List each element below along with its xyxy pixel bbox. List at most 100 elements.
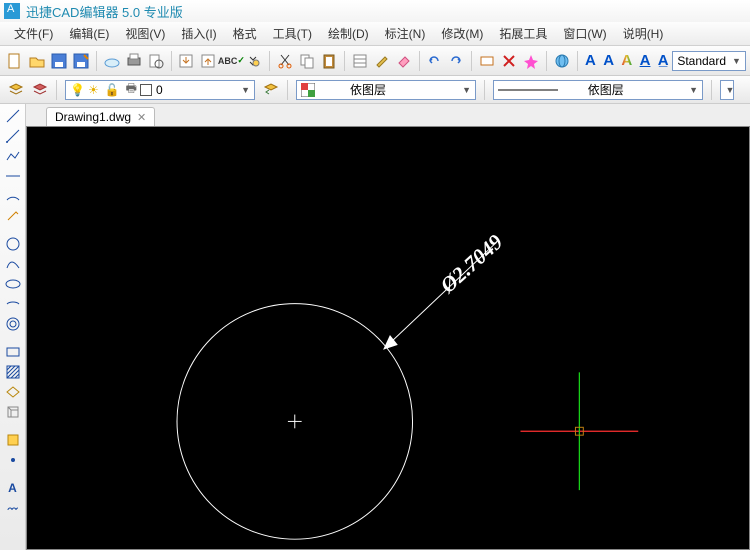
rectangle-tool[interactable] xyxy=(4,343,22,361)
text-style-combo[interactable]: Standard ▼ xyxy=(672,51,746,71)
new-button[interactable] xyxy=(6,51,24,71)
bylayer2-value: 依图层 xyxy=(588,81,624,98)
redo-button[interactable] xyxy=(447,51,465,71)
menu-format[interactable]: 格式 xyxy=(225,23,265,44)
separator xyxy=(171,51,172,71)
erase-button[interactable] xyxy=(395,51,413,71)
brush-button[interactable] xyxy=(373,51,391,71)
donut-tool[interactable] xyxy=(4,315,22,333)
text-style-value: Standard xyxy=(677,54,726,68)
menu-view[interactable]: 视图(V) xyxy=(117,23,173,44)
freehand-tool[interactable] xyxy=(4,207,22,225)
workspace: A Drawing1.dwg ✕ xyxy=(0,104,750,550)
export-button[interactable] xyxy=(177,51,195,71)
menu-window[interactable]: 窗口(W) xyxy=(555,23,614,44)
cut-button[interactable] xyxy=(276,51,294,71)
separator xyxy=(4,335,22,341)
circle-tool[interactable] xyxy=(4,235,22,253)
import-button[interactable] xyxy=(199,51,217,71)
separator xyxy=(287,80,288,100)
menu-draw[interactable]: 绘制(D) xyxy=(320,23,377,44)
menu-file[interactable]: 文件(F) xyxy=(6,23,61,44)
save-button[interactable] xyxy=(50,51,68,71)
menu-edit[interactable]: 编辑(E) xyxy=(61,23,117,44)
spline-tool[interactable] xyxy=(4,255,22,273)
undo-button[interactable] xyxy=(425,51,443,71)
layer-name-value: 0 xyxy=(156,83,163,97)
region-tool[interactable] xyxy=(4,383,22,401)
layer-manager2-button[interactable] xyxy=(30,80,50,100)
separator xyxy=(471,51,472,71)
linetype-bylayer-combo[interactable]: 依图层 ▼ xyxy=(493,80,703,100)
preview-button[interactable] xyxy=(147,51,165,71)
textstyle-a4-button[interactable]: A xyxy=(638,51,652,71)
highlight-button[interactable] xyxy=(522,51,540,71)
lock-open-icon: 🔓 xyxy=(105,83,120,97)
separator xyxy=(56,80,57,100)
layer-manager-button[interactable] xyxy=(6,80,26,100)
document-tab-label: Drawing1.dwg xyxy=(55,110,131,124)
line-sample-icon xyxy=(498,87,558,93)
properties-button[interactable] xyxy=(351,51,369,71)
menu-tools[interactable]: 工具(T) xyxy=(265,23,320,44)
chevron-down-icon: ▼ xyxy=(726,56,741,66)
color-bylayer-combo[interactable]: 依图层 ▼ xyxy=(296,80,476,100)
menu-help[interactable]: 说明(H) xyxy=(615,23,672,44)
separator xyxy=(4,227,22,233)
separator xyxy=(419,51,420,71)
face-tool[interactable] xyxy=(4,403,22,421)
point-tool[interactable] xyxy=(4,451,22,469)
textstyle-a1-button[interactable]: A xyxy=(583,51,597,71)
separator xyxy=(344,51,345,71)
menu-expand[interactable]: 拓展工具 xyxy=(491,23,555,44)
app-icon xyxy=(4,3,20,19)
revcloud-tool[interactable] xyxy=(4,499,22,517)
layer-combo[interactable]: 💡 ☀ 🔓 🖶 0 ▼ xyxy=(65,80,255,100)
open-button[interactable] xyxy=(28,51,46,71)
layer-prev-button[interactable] xyxy=(261,80,281,100)
block-tool[interactable] xyxy=(4,431,22,449)
paste-button[interactable] xyxy=(320,51,338,71)
hatch-tool[interactable] xyxy=(4,363,22,381)
separator xyxy=(4,423,22,429)
menu-bar: 文件(F) 编辑(E) 视图(V) 插入(I) 格式 工具(T) 绘制(D) 标… xyxy=(0,22,750,46)
spellcheck-button[interactable]: ABC✓ xyxy=(221,51,241,71)
textstyle-a5-button[interactable]: A̲ xyxy=(656,51,670,71)
separator xyxy=(577,51,578,71)
line-tool[interactable] xyxy=(4,107,22,125)
document-tab[interactable]: Drawing1.dwg ✕ xyxy=(46,107,155,126)
layer-color-swatch xyxy=(140,84,152,96)
menu-dim[interactable]: 标注(N) xyxy=(377,23,434,44)
ellipse-arc-tool[interactable] xyxy=(4,295,22,313)
copy-button[interactable] xyxy=(298,51,316,71)
separator xyxy=(546,51,547,71)
menu-insert[interactable]: 插入(I) xyxy=(173,23,224,44)
ray-tool[interactable] xyxy=(4,127,22,145)
dimension-text: Ø2.7049 xyxy=(435,230,508,299)
chevron-down-icon: ▼ xyxy=(456,85,471,95)
mtext-tool[interactable]: A xyxy=(4,479,22,497)
purge-button[interactable] xyxy=(500,51,518,71)
drawing-canvas[interactable]: Ø2.7049 xyxy=(26,126,750,550)
xline-tool[interactable] xyxy=(4,167,22,185)
ellipse-tool[interactable] xyxy=(4,275,22,293)
crosshair-cursor xyxy=(520,372,638,490)
saveas-button[interactable] xyxy=(72,51,90,71)
arc-tool[interactable] xyxy=(4,187,22,205)
textstyle-a3-button[interactable]: A xyxy=(620,51,634,71)
close-icon[interactable]: ✕ xyxy=(137,111,146,124)
bulb-icon: 💡 xyxy=(70,83,85,97)
textstyle-a2-button[interactable]: A xyxy=(602,51,616,71)
print-button[interactable] xyxy=(125,51,143,71)
find-button[interactable] xyxy=(245,51,263,71)
polyline-tool[interactable] xyxy=(4,147,22,165)
draw-toolbar: A xyxy=(0,104,26,550)
cloud-button[interactable] xyxy=(103,51,121,71)
canvas-area: Drawing1.dwg ✕ Ø2.7049 xyxy=(26,104,750,550)
bylayer1-value: 依图层 xyxy=(350,81,386,98)
menu-modify[interactable]: 修改(M) xyxy=(433,23,491,44)
globe-button[interactable] xyxy=(553,51,571,71)
regen-button[interactable] xyxy=(478,51,496,71)
lineweight-combo[interactable]: ▼ xyxy=(720,80,734,100)
diameter-dimension[interactable]: Ø2.7049 xyxy=(383,230,508,350)
